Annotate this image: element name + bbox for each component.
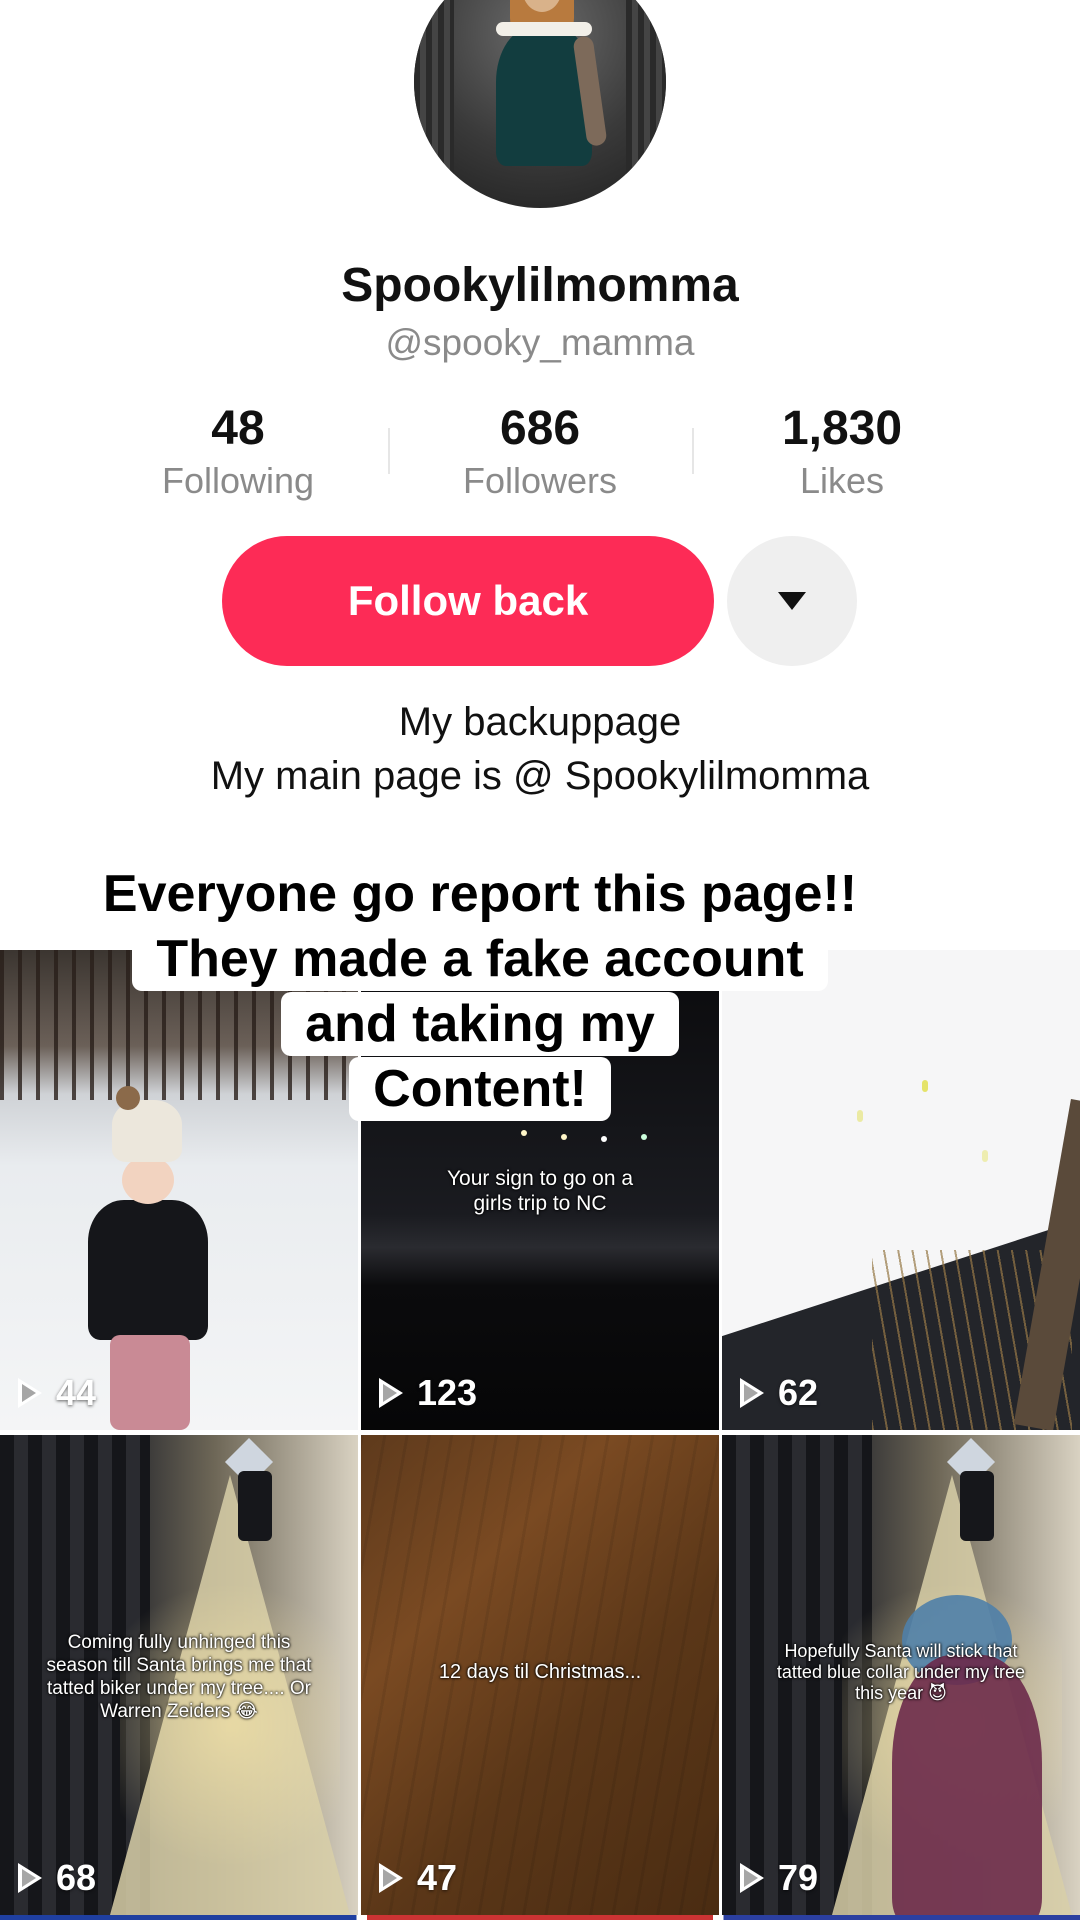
profile-handle: @spooky_mamma [385, 322, 695, 363]
view-count-2: 123 [379, 1372, 477, 1414]
stat-following-value: 48 [211, 402, 265, 455]
overlay-line-1: Everyone go report this page!! [0, 862, 1080, 926]
video-caption-5: 12 days til Christmas... [438, 1661, 642, 1683]
view-count-5: 47 [379, 1857, 457, 1899]
overlay-line-4: Content! [0, 1057, 1080, 1121]
stat-followers-label: Followers [462, 460, 618, 501]
overlay-text: and taking my [281, 992, 679, 1056]
view-count-1: 44 [18, 1372, 96, 1414]
video-tile-5[interactable]: 12 days til Christmas... 47 [361, 1435, 719, 1915]
more-options-button[interactable] [727, 536, 857, 666]
play-icon [18, 1378, 42, 1408]
overlay-line-2: They made a fake account [0, 927, 1080, 991]
view-count-4: 68 [18, 1857, 96, 1899]
next-row-preview [0, 1915, 1080, 1920]
profile-avatar[interactable] [414, 0, 666, 208]
overlay-line-3: and taking my [0, 992, 1080, 1056]
view-count-6: 79 [740, 1857, 818, 1899]
video-caption-2: Your sign to go on a girls trip to NC [446, 1167, 634, 1215]
play-icon [18, 1863, 42, 1893]
view-count-value: 68 [56, 1857, 97, 1898]
video-tile-4[interactable]: Coming fully unhinged this season till S… [0, 1435, 358, 1915]
play-icon [740, 1378, 764, 1408]
view-count-3: 62 [740, 1372, 818, 1414]
view-count-value: 123 [417, 1372, 478, 1413]
stat-likes: 1,830 Likes [712, 400, 972, 504]
bio-line-1: My backuppage [398, 700, 682, 744]
overlay-text: Everyone go report this page!! [78, 862, 882, 926]
view-count-value: 62 [778, 1372, 819, 1413]
follow-back-button[interactable]: Follow back [222, 536, 714, 666]
video-caption-4: Coming fully unhinged this season till S… [46, 1632, 312, 1722]
play-icon [379, 1863, 403, 1893]
view-count-value: 44 [56, 1372, 97, 1413]
play-icon [740, 1863, 764, 1893]
view-count-value: 47 [417, 1857, 458, 1898]
stat-following[interactable]: 48 Following [108, 400, 368, 504]
overlay-text: Content! [349, 1057, 611, 1121]
bio-line-2: My main page is @ Spookylilmomma [210, 754, 870, 798]
overlay-text: They made a fake account [132, 927, 828, 991]
chevron-down-icon [778, 592, 806, 610]
stat-divider [692, 428, 694, 474]
stat-following-label: Following [161, 460, 315, 501]
video-caption-6: Hopefully Santa will stick that tatted b… [776, 1641, 1026, 1703]
stat-likes-label: Likes [799, 460, 885, 501]
video-tile-6[interactable]: Hopefully Santa will stick that tatted b… [722, 1435, 1080, 1915]
stat-divider [388, 428, 390, 474]
profile-display-name: Spookylilmomma [341, 259, 739, 312]
play-icon [379, 1378, 403, 1408]
stat-followers[interactable]: 686 Followers [410, 400, 670, 504]
stat-followers-value: 686 [499, 402, 581, 455]
view-count-value: 79 [778, 1857, 819, 1898]
stat-likes-value: 1,830 [781, 402, 903, 455]
